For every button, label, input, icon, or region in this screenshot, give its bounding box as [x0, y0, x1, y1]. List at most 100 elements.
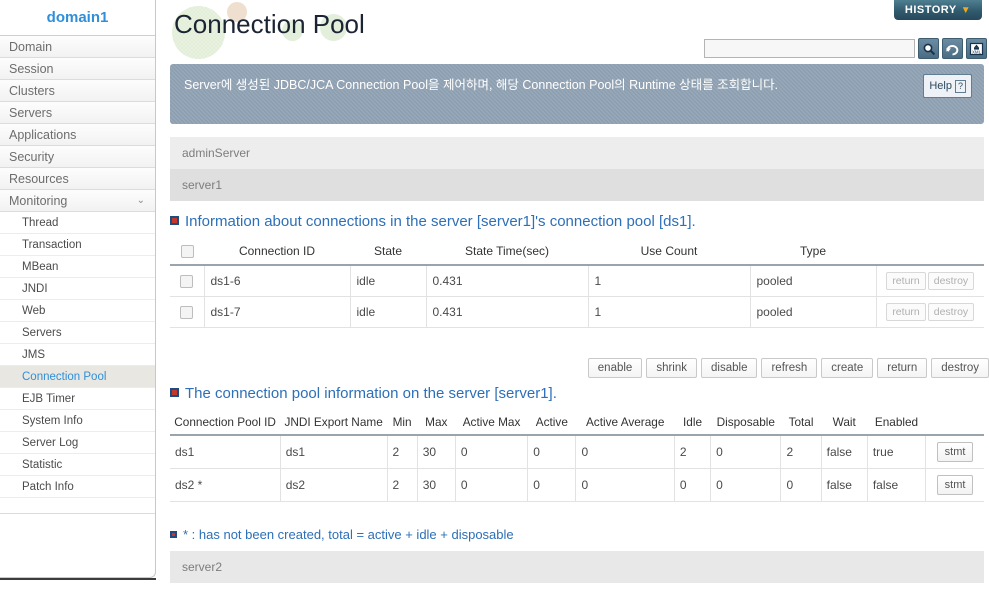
sidebar-item-label: JNDI: [22, 283, 48, 295]
sidebar-item-system-info[interactable]: System Info: [0, 410, 155, 432]
sidebar-item-transaction[interactable]: Transaction: [0, 234, 155, 256]
cell-row-actions: return destroy: [876, 265, 984, 298]
create-button[interactable]: create: [821, 358, 874, 378]
bullet-square-icon: [170, 216, 179, 225]
question-mark-icon: ?: [954, 80, 966, 93]
destroy-button[interactable]: destroy: [927, 272, 975, 291]
sidebar-item-statistic[interactable]: Statistic: [0, 454, 155, 476]
table-header-row: Connection Pool ID JNDI Export Name Min …: [170, 410, 984, 436]
enable-button[interactable]: enable: [587, 358, 643, 378]
domain-title: domain1: [0, 0, 155, 36]
sidebar-item-mbean[interactable]: MBean: [0, 256, 155, 278]
sidebar-horizontal-scrollbar[interactable]: [0, 578, 156, 589]
cell-min: 2: [386, 468, 418, 502]
column-header-type: Type: [750, 238, 876, 267]
cell-disposable: 0: [710, 435, 782, 469]
column-header-connection-id: Connection ID: [204, 238, 350, 267]
section-title-text: The connection pool information on the s…: [185, 385, 557, 402]
search-icon[interactable]: [918, 38, 939, 59]
cell-active: 0: [527, 468, 577, 502]
column-header-stmt: [925, 410, 984, 436]
sidebar-item-jndi[interactable]: JNDI: [0, 278, 155, 300]
sidebar-item-servers[interactable]: Servers: [0, 322, 155, 344]
sidebar-item-thread[interactable]: Thread: [0, 212, 155, 234]
sidebar-item-label: Statistic: [22, 459, 63, 471]
sidebar-spacer: [0, 498, 155, 514]
sidebar-item-monitoring[interactable]: Monitoring ⌄: [0, 190, 155, 212]
table-header-row: Connection ID State State Time(sec) Use …: [170, 238, 984, 267]
sidebar-item-patch-info[interactable]: Patch Info: [0, 476, 155, 498]
server-name: server1: [182, 178, 223, 192]
cell-state-time: 0.431: [425, 296, 589, 329]
sidebar-sub-nav: Thread Transaction MBean JNDI Web Servers JMS C…: [0, 212, 155, 498]
return-button[interactable]: return: [886, 303, 926, 322]
sidebar-item-ejb-timer[interactable]: EJB Timer: [0, 388, 155, 410]
row-checkbox[interactable]: [180, 275, 194, 289]
cell-pool-id: ds2 *: [170, 468, 281, 502]
destroy-button[interactable]: destroy: [931, 358, 989, 378]
refresh-icon[interactable]: [942, 38, 963, 59]
sidebar-item-domain[interactable]: Domain: [0, 36, 155, 58]
cell-disposable: 0: [710, 468, 782, 502]
cell-jndi: ds1: [279, 435, 388, 469]
sidebar-item-label: Thread: [22, 217, 59, 229]
server-row-server2[interactable]: server2: [170, 551, 984, 583]
disable-button[interactable]: disable: [701, 358, 758, 378]
history-label: HISTORY: [904, 4, 957, 16]
sidebar-item-session[interactable]: Session: [0, 58, 155, 80]
cell-max: 30: [416, 435, 456, 469]
sidebar-item-security[interactable]: Security: [0, 146, 155, 168]
column-header-total: Total: [780, 410, 822, 436]
search-input[interactable]: [704, 39, 915, 58]
return-button[interactable]: return: [877, 358, 928, 378]
stmt-button[interactable]: stmt: [936, 442, 974, 462]
description-banner: Server에 생성된 JDBC/JCA Connection Pool을 제어…: [170, 64, 984, 124]
sidebar-item-jms[interactable]: JMS: [0, 344, 155, 366]
cell-min: 2: [386, 435, 418, 469]
column-header-enabled: Enabled: [867, 410, 926, 436]
footnote-text: * : has not been created, total = active…: [183, 527, 514, 542]
application-window: domain1 Domain Session Clusters Servers Appl…: [0, 0, 989, 589]
sidebar-item-applications[interactable]: Applications: [0, 124, 155, 146]
xml-export-icon[interactable]: XML: [966, 38, 987, 59]
column-header-disposable: Disposable: [710, 410, 781, 436]
sidebar-item-server-log[interactable]: Server Log: [0, 432, 155, 454]
return-button[interactable]: return: [886, 272, 926, 291]
page-title: Connection Pool: [174, 9, 365, 39]
sidebar-item-label: Connection Pool: [22, 371, 107, 383]
column-header-active-avg: Active Average: [575, 410, 675, 436]
connection-pool-table: Connection Pool ID JNDI Export Name Min …: [170, 410, 984, 502]
help-button[interactable]: Help?: [923, 74, 972, 98]
sidebar-item-web[interactable]: Web: [0, 300, 155, 322]
sidebar-item-label: System Info: [22, 415, 83, 427]
server-name: server2: [182, 560, 223, 574]
select-all-checkbox[interactable]: [180, 245, 194, 259]
cell-wait: false: [820, 435, 868, 469]
chevron-down-icon[interactable]: ⌄: [137, 190, 145, 212]
sidebar-item-clusters[interactable]: Clusters: [0, 80, 155, 102]
sidebar-item-resources[interactable]: Resources: [0, 168, 155, 190]
row-checkbox-cell: [170, 296, 205, 329]
row-checkbox[interactable]: [180, 306, 194, 320]
sidebar-item-label: EJB Timer: [22, 393, 76, 405]
cell-total: 2: [780, 435, 822, 469]
chevron-down-icon: ▼: [960, 5, 972, 16]
section-title-text: Information about connections in the ser…: [185, 213, 696, 230]
table-row: ds1-6 idle 0.431 1 pooled return destroy: [170, 265, 984, 298]
sidebar-item-label: Patch Info: [22, 481, 74, 493]
stmt-button[interactable]: stmt: [936, 475, 974, 495]
shrink-button[interactable]: shrink: [646, 358, 698, 378]
refresh-button[interactable]: refresh: [761, 358, 818, 378]
destroy-button[interactable]: destroy: [927, 303, 975, 322]
sidebar-item-servers[interactable]: Servers: [0, 102, 155, 124]
footnote: * : has not been created, total = active…: [170, 527, 514, 542]
history-button[interactable]: HISTORY ▼: [894, 0, 982, 20]
sidebar-item-label: JMS: [22, 349, 45, 361]
column-header-active-max: Active Max: [455, 410, 528, 436]
cell-total: 0: [780, 468, 822, 502]
sidebar-item-label: Monitoring: [9, 194, 68, 208]
server-row-adminserver[interactable]: adminServer: [170, 137, 984, 169]
sidebar-item-connection-pool[interactable]: Connection Pool: [0, 366, 155, 388]
table-row: ds1-7 idle 0.431 1 pooled return destroy: [170, 296, 984, 329]
server-row-server1[interactable]: server1: [170, 169, 984, 201]
